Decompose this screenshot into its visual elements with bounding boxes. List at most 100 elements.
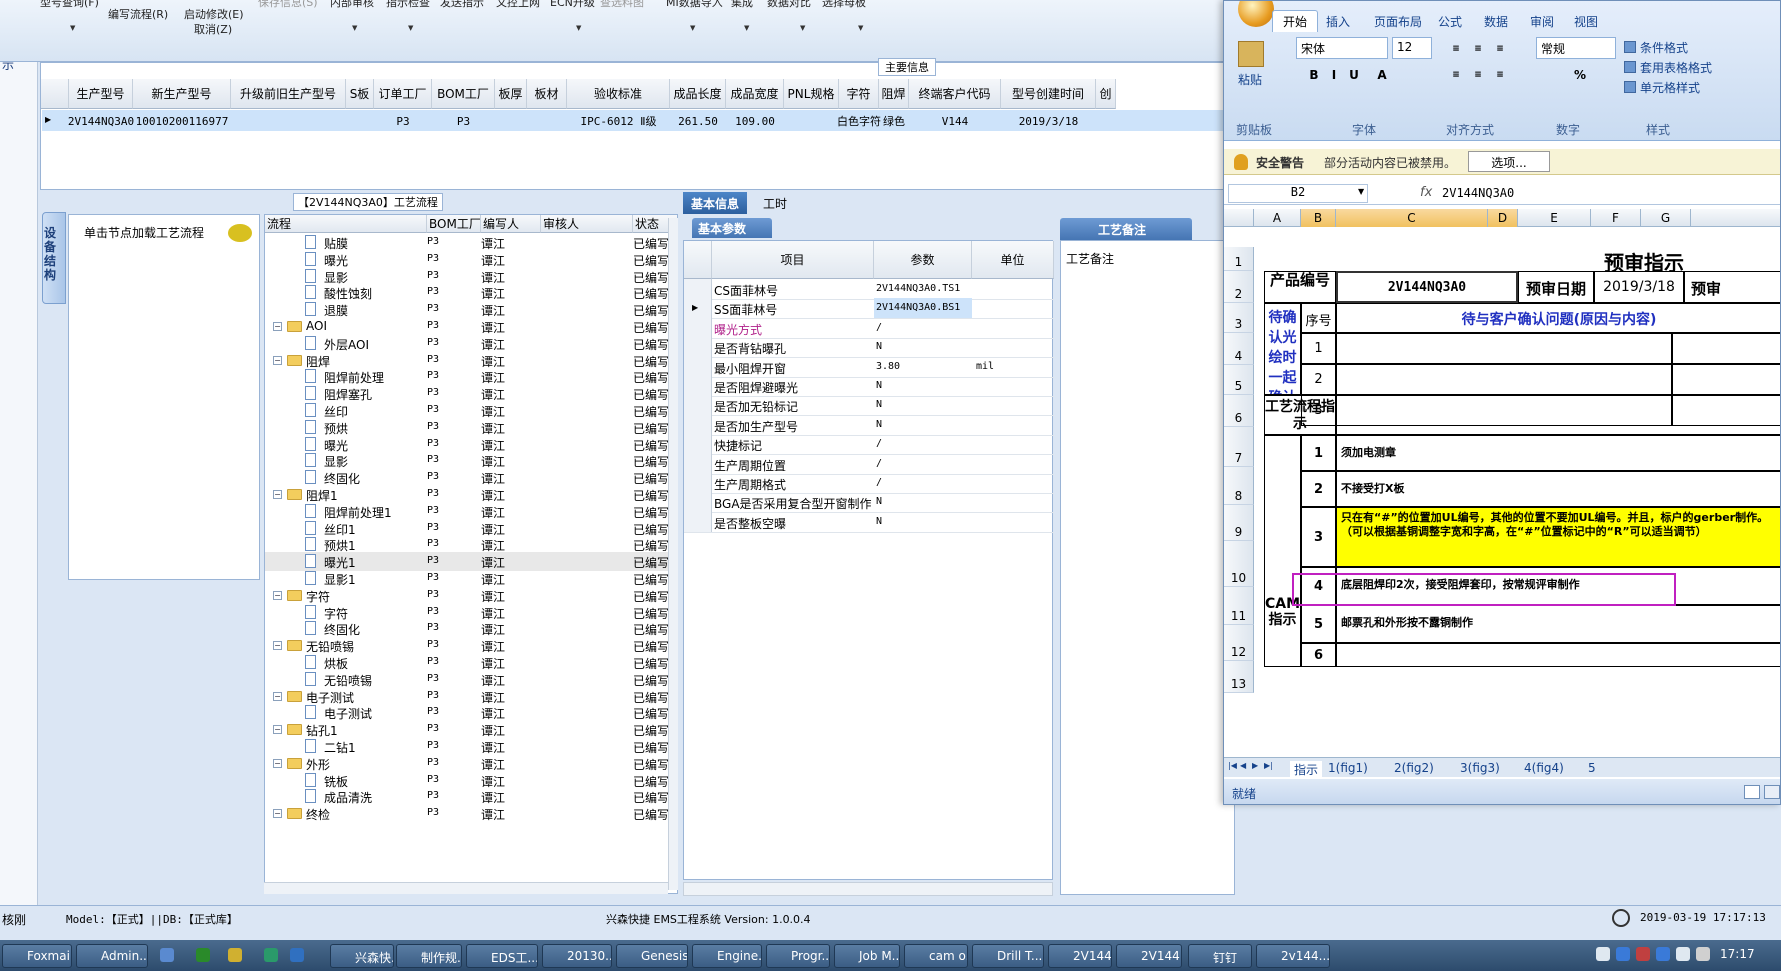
column-header-G[interactable]: G bbox=[1641, 209, 1691, 227]
taskbar-item-15[interactable]: 2v144... bbox=[1256, 944, 1330, 968]
col-header-16[interactable]: 创 bbox=[1096, 79, 1116, 109]
cam-num-2[interactable]: 2 bbox=[1301, 471, 1336, 507]
tree-col-header-1[interactable]: BOM工厂 bbox=[427, 215, 481, 233]
name-box[interactable]: B2 bbox=[1228, 184, 1368, 203]
sheet-tab-3[interactable]: 3(fig3) bbox=[1460, 761, 1500, 775]
quicklaunch-icon-1[interactable] bbox=[196, 948, 210, 962]
quicklaunch-icon-3[interactable] bbox=[264, 948, 278, 962]
param-value[interactable]: N bbox=[876, 516, 882, 527]
param-value[interactable]: 2V144NQ3A0.TS1 bbox=[876, 283, 960, 294]
confirm-content-2[interactable] bbox=[1336, 364, 1672, 395]
dropdown-arrow-icon[interactable]: ▼ bbox=[352, 24, 357, 32]
mi-data-import-button[interactable]: MI数据导入 bbox=[666, 0, 723, 10]
collapse-icon[interactable]: − bbox=[273, 809, 282, 819]
col-header-8[interactable]: 验收标准 bbox=[567, 79, 670, 109]
cam-label[interactable]: CAM指示 bbox=[1264, 435, 1301, 667]
security-options-button[interactable]: 选项... bbox=[1468, 151, 1550, 172]
ribbon-tab-4[interactable]: 数据 bbox=[1484, 13, 1508, 30]
cam-text-1[interactable]: 须加电测章 bbox=[1336, 435, 1780, 471]
start-modify-button[interactable]: 启动修改(E) bbox=[184, 6, 244, 22]
taskbar-item-7[interactable]: Engine... bbox=[692, 944, 762, 968]
tray-icon-5[interactable] bbox=[1696, 947, 1710, 961]
col-header-6[interactable]: 板厚 bbox=[495, 79, 527, 109]
param-value[interactable]: / bbox=[876, 458, 882, 469]
taskbar-item-0[interactable]: Foxmail bbox=[2, 944, 72, 968]
font-color-icon[interactable]: A bbox=[1372, 65, 1392, 85]
integration-button[interactable]: 集成 bbox=[731, 0, 753, 10]
cam-text-6[interactable] bbox=[1336, 643, 1780, 667]
review-date-value[interactable]: 2019/3/18 bbox=[1594, 271, 1684, 303]
tray-icon-1[interactable] bbox=[1616, 947, 1630, 961]
row-selector[interactable] bbox=[684, 317, 712, 338]
taskbar-item-2[interactable]: 兴森快... bbox=[330, 944, 394, 968]
align-right-icon[interactable]: ≡ bbox=[1490, 65, 1510, 85]
column-header-E[interactable]: E bbox=[1518, 209, 1591, 227]
tab-basic-info[interactable]: 基本信息 bbox=[683, 192, 748, 214]
style-button-2[interactable]: 单元格样式 bbox=[1640, 79, 1700, 96]
column-header-B[interactable]: B bbox=[1301, 209, 1336, 227]
taskbar-item-6[interactable]: Genesis bbox=[616, 944, 688, 968]
col-header-9[interactable]: 成品长度 bbox=[670, 79, 726, 109]
param-value[interactable]: 2V144NQ3A0.BS1 bbox=[874, 298, 972, 319]
formula-input[interactable]: 2V144NQ3A0 bbox=[1442, 186, 1514, 200]
row-header-1[interactable]: 1 bbox=[1224, 247, 1254, 271]
sheet-tab-0[interactable]: 指示 bbox=[1290, 761, 1323, 778]
col-header-0[interactable]: 生产型号 bbox=[69, 79, 133, 109]
taskbar-item-14[interactable]: 钉钉 bbox=[1188, 944, 1252, 968]
row-selector[interactable] bbox=[684, 356, 712, 377]
col-header-1[interactable]: 新生产型号 bbox=[133, 79, 231, 109]
cam-text-5[interactable]: 邮票孔和外形按不露铜制作 bbox=[1336, 605, 1780, 643]
tray-icon-4[interactable] bbox=[1676, 947, 1690, 961]
fx-icon[interactable]: fx bbox=[1420, 185, 1432, 200]
row-selector[interactable] bbox=[684, 414, 712, 435]
row-selector[interactable] bbox=[684, 434, 712, 455]
paste-label[interactable]: 粘贴 bbox=[1238, 71, 1262, 88]
percent-icon[interactable]: % bbox=[1570, 65, 1590, 85]
collapse-icon[interactable]: − bbox=[273, 322, 282, 331]
confirm-extra-2[interactable] bbox=[1672, 364, 1780, 395]
write-flow-button[interactable]: 编写流程(R) bbox=[108, 6, 168, 22]
confirm-num-1[interactable]: 1 bbox=[1301, 333, 1336, 364]
font-name-select[interactable]: 宋体 bbox=[1296, 37, 1388, 59]
quicklaunch-icon-4[interactable] bbox=[290, 948, 304, 962]
tree-col-header-2[interactable]: 编写人 bbox=[481, 215, 541, 233]
collapse-icon[interactable]: − bbox=[273, 590, 282, 600]
ribbon-tab-5[interactable]: 审阅 bbox=[1530, 13, 1554, 30]
cam-num-3[interactable]: 3 bbox=[1301, 507, 1336, 567]
row-selector[interactable] bbox=[684, 395, 712, 416]
tree-horizontal-scrollbar[interactable] bbox=[264, 882, 668, 894]
col-header-2[interactable]: 升级前旧生产型号 bbox=[231, 79, 346, 109]
confirm-num-2[interactable]: 2 bbox=[1301, 364, 1336, 395]
tray-icon-3[interactable] bbox=[1656, 947, 1670, 961]
column-header-D[interactable]: D bbox=[1488, 209, 1518, 227]
check-material-map-button[interactable]: 查选料图 bbox=[600, 0, 644, 10]
office-button-icon[interactable] bbox=[1238, 1, 1274, 27]
ribbon-tab-1[interactable]: 插入 bbox=[1326, 13, 1350, 30]
row-selector[interactable] bbox=[684, 473, 712, 493]
column-header-C[interactable]: C bbox=[1336, 209, 1488, 227]
normal-view-icon[interactable] bbox=[1744, 785, 1760, 799]
row-header-9[interactable]: 9 bbox=[1224, 505, 1254, 541]
taskbar-item-9[interactable]: Job M... bbox=[834, 944, 900, 968]
row-selector[interactable] bbox=[684, 279, 712, 299]
param-value[interactable]: N bbox=[876, 380, 882, 391]
taskbar-item-3[interactable]: 制作规... bbox=[396, 944, 462, 968]
italic-icon[interactable]: I bbox=[1324, 65, 1344, 85]
dropdown-arrow-icon[interactable]: ▼ bbox=[70, 24, 75, 32]
dropdown-arrow-icon[interactable]: ▼ bbox=[858, 24, 863, 32]
basic-row-2[interactable]: ▶ SS面菲林号 2V144NQ3A0.BS1 bbox=[684, 298, 1054, 320]
cancel-button[interactable]: 取消(Z) bbox=[194, 21, 232, 37]
underline-icon[interactable]: U bbox=[1344, 65, 1364, 85]
select-all-corner[interactable] bbox=[1224, 209, 1254, 227]
model-query-button[interactable]: 型号查询(F) bbox=[40, 0, 99, 10]
process-notes-panel[interactable] bbox=[1060, 240, 1235, 895]
basic-row-3[interactable]: 曝光方式 / bbox=[684, 317, 1054, 339]
basic-col-header-1[interactable]: 参数 bbox=[874, 241, 972, 279]
col-header-7[interactable]: 板材 bbox=[527, 79, 567, 109]
row-selector[interactable] bbox=[684, 492, 712, 513]
tree-vertical-scrollbar[interactable] bbox=[668, 218, 678, 890]
tree-row-35[interactable]: − 终检 P3 谭江 已编写 bbox=[265, 804, 677, 823]
col-header-14[interactable]: 终端客户代码 bbox=[909, 79, 1001, 109]
taskbar-item-5[interactable]: 20130... bbox=[542, 944, 612, 968]
ribbon-tab-6[interactable]: 视图 bbox=[1574, 13, 1598, 30]
